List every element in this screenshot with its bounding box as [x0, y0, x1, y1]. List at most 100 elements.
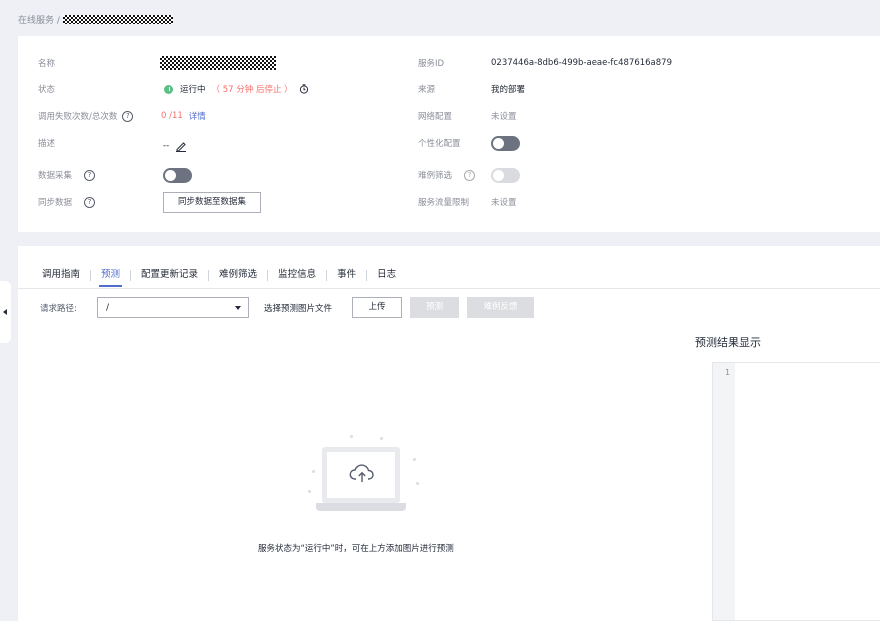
empty-state-text: 服务状态为“运行中”时，可在上方添加图片进行预测	[258, 544, 454, 554]
caret-down-icon	[235, 306, 241, 310]
service-id-value-wrap: 0237446a-8db6-499b-aeae-fc487616a879	[491, 55, 672, 71]
sync-button-wrap: 同步数据至数据集	[163, 192, 262, 213]
custom-label: 个性化配置	[418, 139, 461, 149]
tab-predict[interactable]: 预测	[99, 268, 123, 288]
calls-value-group: 0 /11 详情	[161, 108, 206, 124]
predict-button[interactable]: 预测	[410, 297, 459, 318]
request-path-label: 请求路径:	[40, 304, 77, 314]
tab-separator	[208, 269, 210, 281]
network-value: 未设置	[491, 112, 517, 122]
sync-help-icon[interactable]: ?	[84, 196, 96, 208]
desc-value-group: --	[163, 138, 187, 154]
desc-value: --	[163, 141, 170, 151]
desc-label: 描述	[38, 139, 56, 149]
laptop-base	[316, 503, 406, 511]
source-label: 来源	[418, 85, 436, 95]
hard-example-label: 难例筛选	[418, 171, 453, 181]
source-value-wrap: 我的部署	[491, 81, 525, 97]
tab-events[interactable]: 事件	[337, 268, 356, 288]
laptop-icon	[322, 447, 400, 503]
upload-button[interactable]: 上传	[352, 297, 402, 318]
line-number: 1	[725, 368, 731, 377]
hard-example-help-icon[interactable]: ?	[464, 169, 476, 181]
data-collect-toggle[interactable]	[163, 167, 192, 183]
decor-dot	[380, 437, 383, 440]
decor-dot	[350, 435, 353, 438]
running-status-icon	[164, 84, 173, 94]
hard-toggle-wrap	[491, 167, 520, 183]
tab-separator	[267, 269, 269, 281]
calls-failed-count: 0 /11	[161, 111, 183, 121]
hard-example-feedback-button[interactable]: 难例反馈	[467, 297, 534, 318]
tab-bar: 调用指南 预测 配置更新记录 难例筛选 监控信息 事件 日志	[42, 268, 396, 288]
service-id-row: 服务ID	[418, 55, 444, 71]
tab-separator	[90, 269, 92, 281]
cloud-upload-icon	[349, 464, 374, 482]
name-value	[160, 55, 276, 71]
result-title: 预测结果显示	[695, 336, 761, 349]
decor-dot	[312, 470, 315, 473]
calls-help-icon[interactable]: ?	[122, 110, 134, 122]
breadcrumb-root[interactable]: 在线服务 /	[18, 13, 60, 26]
custom-row: 个性化配置	[418, 135, 461, 151]
top-bar: 在线服务 /	[0, 0, 880, 36]
status-countdown: （ 57 分钟 后停止 ）	[211, 85, 293, 95]
service-info-card: 名称 状态 运行中 （ 57 分钟 后停止 ） 调用失败次数/总次数 ? 0 /…	[18, 36, 880, 232]
sync-to-dataset-button[interactable]: 同步数据至数据集	[163, 192, 262, 213]
network-label: 网络配置	[418, 112, 453, 122]
network-row: 网络配置	[418, 108, 452, 124]
decor-dot	[416, 482, 419, 485]
tab-logs[interactable]: 日志	[377, 268, 396, 288]
tab-call-guide[interactable]: 调用指南	[42, 268, 80, 288]
source-row: 来源	[418, 81, 435, 97]
request-path-select[interactable]: /	[97, 297, 249, 318]
name-row: 名称	[38, 55, 55, 71]
source-value: 我的部署	[491, 85, 526, 95]
collect-help-icon[interactable]: ?	[84, 169, 96, 181]
status-label: 状态	[38, 85, 56, 95]
empty-state-illustration	[308, 432, 428, 522]
edit-pencil-icon[interactable]	[175, 140, 187, 152]
breadcrumb-masked-name	[62, 15, 173, 24]
sync-label: 同步数据	[38, 198, 73, 208]
result-code-editor[interactable]: 1	[712, 362, 880, 621]
editor-gutter: 1	[713, 363, 735, 620]
sync-row: 同步数据 ?	[38, 194, 96, 210]
request-path-value: /	[106, 302, 110, 313]
traffic-value-wrap: 未设置	[491, 194, 517, 210]
tab-separator	[130, 269, 132, 281]
status-value: 运行中	[180, 85, 206, 95]
tab-hard-example[interactable]: 难例筛选	[219, 268, 257, 288]
service-id-label: 服务ID	[418, 59, 445, 69]
calls-row: 调用失败次数/总次数 ?	[38, 108, 134, 124]
desc-row: 描述	[38, 135, 55, 151]
calls-detail-link[interactable]: 详情	[189, 110, 206, 122]
tab-separator	[326, 269, 328, 281]
traffic-label: 服务流量限制	[418, 198, 470, 208]
name-label: 名称	[38, 59, 56, 69]
custom-config-toggle[interactable]	[491, 135, 520, 151]
breadcrumb: 在线服务 /	[18, 13, 173, 26]
hard-example-toggle[interactable]	[491, 167, 520, 183]
collect-toggle-wrap	[163, 167, 192, 183]
timer-icon[interactable]	[299, 84, 309, 94]
traffic-row: 服务流量限制	[418, 194, 469, 210]
tab-config-history[interactable]: 配置更新记录	[141, 268, 198, 288]
collect-row: 数据采集 ?	[38, 167, 96, 183]
tab-separator	[366, 269, 368, 281]
status-row: 状态	[38, 81, 55, 97]
tab-monitoring[interactable]: 监控信息	[278, 268, 316, 288]
collect-label: 数据采集	[38, 171, 73, 181]
sidebar-collapse-handle[interactable]	[0, 281, 11, 343]
network-value-wrap: 未设置	[491, 108, 517, 124]
calls-label: 调用失败次数/总次数	[38, 112, 118, 122]
decor-dot	[308, 490, 311, 493]
prediction-card: 调用指南 预测 配置更新记录 难例筛选 监控信息 事件 日志 请求路径: / 选…	[18, 246, 880, 621]
status-value-group: 运行中 （ 57 分钟 后停止 ）	[164, 81, 309, 97]
tabs-divider	[18, 288, 880, 289]
decor-dot	[413, 458, 416, 461]
name-masked-value	[160, 56, 276, 70]
choose-image-label: 选择预测图片文件	[264, 304, 333, 314]
custom-toggle-wrap	[491, 135, 520, 151]
hard-example-row: 难例筛选 ?	[418, 167, 476, 183]
